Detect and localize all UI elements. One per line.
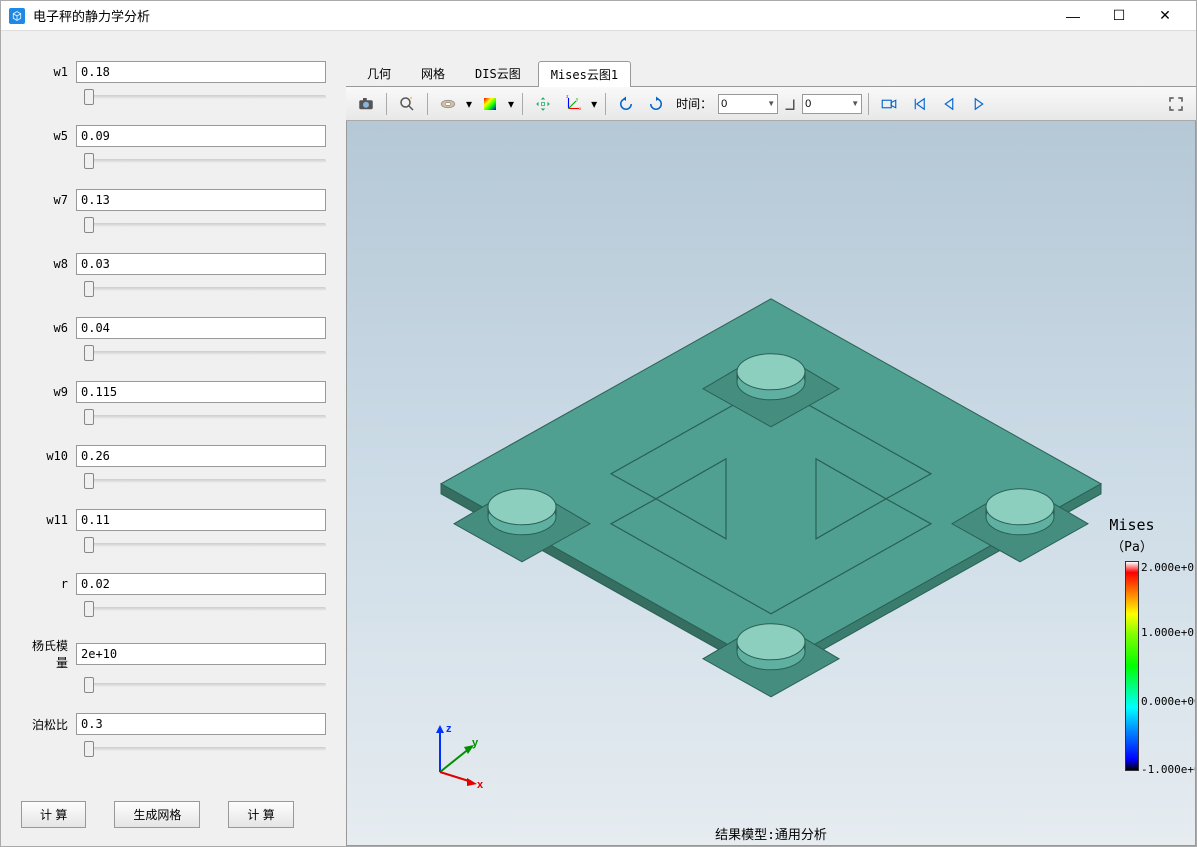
pan-icon[interactable]	[529, 91, 557, 117]
param-label: r	[21, 577, 76, 591]
param-label: 杨氏模量	[21, 637, 76, 671]
toolbar: ▾ ▾ zxy ▾ 时间： 0▼ 0▼	[346, 87, 1196, 121]
titlebar: 电子秤的静力学分析 — ☐ ✕	[1, 1, 1196, 31]
param-label: w10	[21, 449, 76, 463]
frame-combo[interactable]: 0▼	[802, 94, 862, 114]
separator	[868, 93, 869, 115]
param-slider-w1[interactable]	[21, 87, 326, 107]
separator	[427, 93, 428, 115]
generate-mesh-button[interactable]: 生成网格	[114, 801, 200, 828]
svg-text:x: x	[579, 106, 582, 111]
param-slider-w10[interactable]	[21, 471, 326, 491]
chevron-down-icon: ▼	[851, 99, 859, 108]
compute-button-2[interactable]: 计 算	[228, 801, 293, 828]
axis-orientation-icon[interactable]: zxy	[559, 91, 587, 117]
minimize-button[interactable]: —	[1050, 1, 1096, 31]
param-input-w6[interactable]	[76, 317, 326, 339]
legend-tick: 0.000e+00	[1141, 695, 1196, 708]
param-input-w11[interactable]	[76, 509, 326, 531]
param-label: w5	[21, 129, 76, 143]
param-input-w1[interactable]	[76, 61, 326, 83]
close-button[interactable]: ✕	[1142, 1, 1188, 31]
rotate-ccw-icon[interactable]	[612, 91, 640, 117]
param-label: w1	[21, 65, 76, 79]
param-slider-poisson-ratio[interactable]	[21, 739, 326, 759]
viewport-3d[interactable]: z y x Mises （Pa） 2.000e+01 1.000e+01 0.0…	[346, 121, 1196, 846]
param-label: w7	[21, 193, 76, 207]
tab-geometry[interactable]: 几何	[354, 60, 404, 86]
param-slider-youngs-modulus[interactable]	[21, 675, 326, 695]
frame-end-icon[interactable]	[780, 91, 800, 117]
chevron-down-icon[interactable]: ▾	[464, 97, 474, 111]
param-label: w6	[21, 321, 76, 335]
compute-button-1[interactable]: 计 算	[21, 801, 86, 828]
param-input-w7[interactable]	[76, 189, 326, 211]
time-combo[interactable]: 0▼	[718, 94, 778, 114]
param-slider-w9[interactable]	[21, 407, 326, 427]
param-slider-w7[interactable]	[21, 215, 326, 235]
chevron-down-icon[interactable]: ▾	[589, 97, 599, 111]
tab-mesh[interactable]: 网格	[408, 60, 458, 86]
tab-dis-contour[interactable]: DIS云图	[462, 60, 534, 86]
rotate-cw-icon[interactable]	[642, 91, 670, 117]
param-slider-w11[interactable]	[21, 535, 326, 555]
color-map-icon[interactable]	[476, 91, 504, 117]
param-label: w9	[21, 385, 76, 399]
step-back-icon[interactable]	[935, 91, 963, 117]
video-icon[interactable]	[875, 91, 903, 117]
play-icon[interactable]	[965, 91, 993, 117]
param-input-youngs-modulus[interactable]	[76, 643, 326, 665]
status-label: 结果模型:通用分析	[715, 824, 827, 843]
app-window: 电子秤的静力学分析 — ☐ ✕ w1 w5 w7 w8 w6 w9 w10 w1…	[0, 0, 1197, 847]
svg-text:z: z	[446, 723, 452, 735]
param-slider-r[interactable]	[21, 599, 326, 619]
param-input-poisson-ratio[interactable]	[76, 713, 326, 735]
window-title: 电子秤的静力学分析	[33, 6, 1050, 25]
svg-text:y: y	[472, 737, 479, 749]
param-input-w10[interactable]	[76, 445, 326, 467]
skip-start-icon[interactable]	[905, 91, 933, 117]
param-input-w5[interactable]	[76, 125, 326, 147]
legend-tick: -1.000e+01	[1141, 763, 1196, 776]
model-render	[431, 244, 1111, 704]
window-controls: — ☐ ✕	[1050, 1, 1188, 31]
zoom-icon[interactable]	[393, 91, 421, 117]
param-slider-w5[interactable]	[21, 151, 326, 171]
chevron-down-icon[interactable]: ▾	[506, 97, 516, 111]
sidebar: w1 w5 w7 w8 w6 w9 w10 w11 r 杨氏模量 泊松比 计 算…	[1, 31, 346, 846]
svg-text:y: y	[576, 96, 579, 101]
legend-tick: 1.000e+01	[1141, 626, 1196, 639]
separator	[522, 93, 523, 115]
legend-unit: （Pa）	[1087, 536, 1177, 555]
svg-text:x: x	[477, 779, 484, 790]
main-area: 几何 网格 DIS云图 Mises云图1 ▾ ▾ zxy ▾	[346, 31, 1196, 846]
param-label: 泊松比	[21, 716, 76, 733]
separator	[386, 93, 387, 115]
param-input-r[interactable]	[76, 573, 326, 595]
color-legend: Mises （Pa） 2.000e+01 1.000e+01 0.000e+00…	[1087, 516, 1177, 771]
param-input-w9[interactable]	[76, 381, 326, 403]
app-icon	[9, 8, 25, 24]
camera-icon[interactable]	[352, 91, 380, 117]
maximize-button[interactable]: ☐	[1096, 1, 1142, 31]
param-label: w8	[21, 257, 76, 271]
clip-plane-icon[interactable]	[434, 91, 462, 117]
chevron-down-icon: ▼	[767, 99, 775, 108]
tab-mises-contour-1[interactable]: Mises云图1	[538, 61, 631, 87]
time-label: 时间：	[676, 95, 712, 112]
body-area: w1 w5 w7 w8 w6 w9 w10 w11 r 杨氏模量 泊松比 计 算…	[1, 31, 1196, 846]
param-label: w11	[21, 513, 76, 527]
legend-tick: 2.000e+01	[1141, 561, 1196, 574]
fullscreen-icon[interactable]	[1162, 91, 1190, 117]
legend-title: Mises	[1087, 516, 1177, 534]
separator	[605, 93, 606, 115]
param-slider-w8[interactable]	[21, 279, 326, 299]
button-row: 计 算 生成网格 计 算	[21, 793, 326, 836]
axis-gizmo: z y x	[422, 720, 492, 790]
param-input-w8[interactable]	[76, 253, 326, 275]
tabs-row: 几何 网格 DIS云图 Mises云图1	[346, 61, 1196, 87]
param-slider-w6[interactable]	[21, 343, 326, 363]
legend-colorbar	[1125, 561, 1139, 771]
